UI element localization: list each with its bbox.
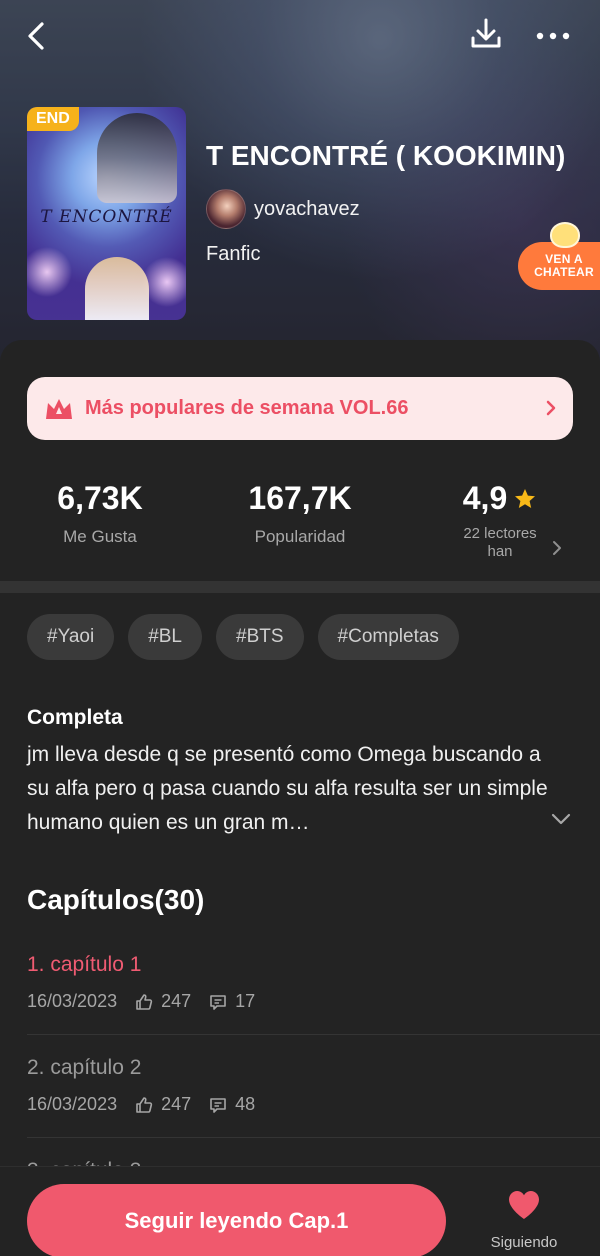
description-text[interactable]: jm lleva desde q se presentó como Omega … xyxy=(27,738,557,840)
ranking-banner[interactable]: Más populares de semana VOL.66 xyxy=(27,377,573,440)
rating-stat[interactable]: 4,9 22 lectores han xyxy=(440,480,560,561)
author-name[interactable]: yovachavez xyxy=(254,198,360,221)
author-row[interactable]: yovachavez xyxy=(206,189,360,229)
row-divider xyxy=(27,1137,600,1138)
cover-title: T ENCONTRÉ xyxy=(40,207,173,227)
chapter-item[interactable]: 2. capítulo 2 16/03/2023 247 48 xyxy=(27,1056,600,1138)
chevron-right-icon xyxy=(546,400,556,416)
likes-count: 247 xyxy=(161,991,192,1011)
chapter-meta: 16/03/2023 247 48 xyxy=(27,1094,600,1115)
comment-icon xyxy=(210,1097,226,1113)
chat-pill[interactable]: VEN A CHATEAR xyxy=(518,242,600,290)
chapter-date: 16/03/2023 xyxy=(27,991,118,1011)
more-icon xyxy=(536,32,570,40)
likes-count: 247 xyxy=(161,1094,192,1114)
rating-value: 4,9 xyxy=(462,480,508,516)
follow-button[interactable]: Siguiendo xyxy=(476,1189,572,1251)
chapter-comments: 48 xyxy=(209,1094,255,1115)
thumbs-up-icon xyxy=(136,993,153,1010)
comment-icon xyxy=(210,994,226,1010)
tag-chip[interactable]: #BL xyxy=(128,614,202,660)
rating-value-row: 4,9 xyxy=(440,480,560,517)
bottom-action-bar: Seguir leyendo Cap.1 Siguiendo xyxy=(0,1166,600,1256)
star-icon xyxy=(515,488,536,508)
chat-line-2: CHATEAR xyxy=(534,265,594,279)
thumbs-up-icon xyxy=(136,1096,153,1113)
likes-stat: 6,73K Me Gusta xyxy=(40,480,160,547)
chapter-title: 2. capítulo 2 xyxy=(27,1056,142,1079)
back-arrow-icon xyxy=(28,22,44,50)
continue-reading-button[interactable]: Seguir leyendo Cap.1 xyxy=(27,1184,446,1256)
ranking-label: Más populares de semana VOL.66 xyxy=(85,397,409,419)
rating-label-line-1: 22 lectores xyxy=(463,525,537,542)
chapter-title: 1. capítulo 1 xyxy=(27,953,142,976)
top-bar xyxy=(0,0,600,72)
chat-mascot-icon xyxy=(550,222,580,248)
chapter-comments: 17 xyxy=(209,991,255,1012)
section-divider xyxy=(0,581,600,593)
likes-value: 6,73K xyxy=(57,480,143,516)
details-panel: Más populares de semana VOL.66 6,73K Me … xyxy=(0,340,600,1256)
back-button[interactable] xyxy=(20,18,56,54)
book-cover: T ENCONTRÉ xyxy=(27,107,186,320)
more-options-button[interactable] xyxy=(530,18,576,54)
row-divider xyxy=(27,1034,600,1035)
cover-figure xyxy=(85,257,149,320)
cover-figure xyxy=(97,113,177,203)
genre-label: Fanfic xyxy=(206,243,261,265)
tag-chip[interactable]: #BTS xyxy=(216,614,304,660)
popularity-label: Popularidad xyxy=(254,527,346,546)
chapters-heading: Capítulos(30) xyxy=(27,884,205,915)
download-button[interactable] xyxy=(466,14,506,54)
chapter-meta: 16/03/2023 247 17 xyxy=(27,991,600,1012)
tag-list: #Yaoi #BL #BTS #Completas xyxy=(27,614,459,660)
comments-count: 17 xyxy=(235,991,256,1011)
stats-row: 6,73K Me Gusta 167,7K Popularidad 4,9 22… xyxy=(0,480,600,570)
book-title: T ENCONTRÉ ( KOOKIMIN) xyxy=(206,140,566,171)
description-heading: Completa xyxy=(27,706,123,729)
rating-label: 22 lectores han xyxy=(440,525,560,561)
avatar[interactable] xyxy=(206,189,246,229)
tag-chip[interactable]: #Completas xyxy=(317,614,459,660)
popularity-value: 167,7K xyxy=(248,480,352,516)
chat-badge[interactable]: VEN A CHATEAR xyxy=(518,220,600,292)
chevron-right-icon xyxy=(553,541,561,555)
likes-label: Me Gusta xyxy=(63,527,137,546)
download-icon xyxy=(471,18,501,48)
rating-label-line-2: han xyxy=(487,543,513,560)
chapter-likes: 247 xyxy=(135,1094,191,1115)
follow-label: Siguiendo xyxy=(490,1234,558,1251)
comments-count: 48 xyxy=(235,1094,256,1114)
chevron-down-icon[interactable] xyxy=(550,812,572,826)
crown-icon xyxy=(46,398,72,419)
heart-icon xyxy=(509,1191,539,1219)
chapter-likes: 247 xyxy=(135,991,191,1012)
end-badge: END xyxy=(27,107,79,131)
popularity-stat: 167,7K Popularidad xyxy=(225,480,375,547)
chapter-date: 16/03/2023 xyxy=(27,1094,118,1114)
chapter-item[interactable]: 1. capítulo 1 16/03/2023 247 17 xyxy=(27,953,600,1035)
tag-chip[interactable]: #Yaoi xyxy=(27,614,115,660)
